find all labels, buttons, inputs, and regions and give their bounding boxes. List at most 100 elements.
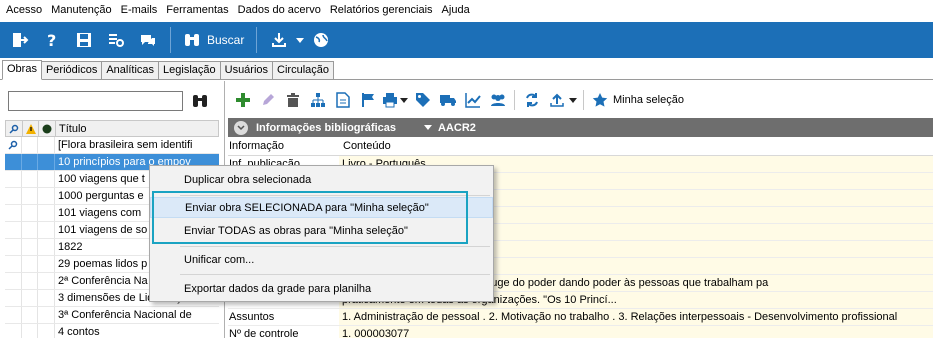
- col-conteudo: Conteúdo: [343, 140, 391, 152]
- info-row[interactable]: Nº de controle 1. 000003077: [228, 326, 933, 338]
- menu-ferramentas[interactable]: Ferramentas: [163, 1, 234, 19]
- users-icon: [490, 94, 505, 106]
- status-column[interactable]: [39, 121, 56, 136]
- info-section-header[interactable]: Informações bibliográficas AACR2: [228, 118, 933, 137]
- refresh-button[interactable]: [519, 88, 544, 112]
- svg-text:?: ?: [47, 31, 56, 49]
- delete-button[interactable]: [280, 88, 305, 112]
- minha-selecao-label: Minha seleção: [613, 94, 684, 106]
- info-table-header: Informação Conteúdo: [228, 140, 933, 156]
- menu-item-exportar[interactable]: Exportar dados da grade para planilha: [150, 278, 493, 299]
- binoculars-icon: [193, 95, 207, 107]
- question-icon: ?: [47, 31, 56, 49]
- download-dropdown[interactable]: [295, 37, 305, 43]
- row-title: 100 viagens que t: [58, 173, 145, 185]
- caret-down-icon: [423, 125, 432, 130]
- settings-button[interactable]: [100, 24, 132, 56]
- download-icon: [272, 33, 287, 47]
- tab-analiticas[interactable]: Analíticas: [101, 61, 160, 79]
- pencil-icon: [262, 94, 274, 105]
- binoculars-icon: [185, 34, 199, 46]
- plus-icon: [235, 93, 250, 107]
- upload-dropdown[interactable]: [569, 97, 579, 103]
- table-row[interactable]: 4 contos: [5, 324, 219, 338]
- search-button[interactable]: [188, 89, 212, 113]
- delivery-button[interactable]: [435, 88, 460, 112]
- save-button[interactable]: [68, 24, 100, 56]
- toolbar-separator: [583, 90, 584, 110]
- caret-down-icon: [569, 97, 577, 103]
- row-title: 101 viagens de so: [58, 224, 148, 236]
- menu-bar: Acesso Manutenção E-mails Ferramentas Da…: [0, 0, 933, 20]
- row-title: 4 contos: [58, 326, 100, 338]
- main-toolbar: ? Buscar: [0, 22, 933, 58]
- document-button[interactable]: [330, 88, 355, 112]
- menu-item-duplicar[interactable]: Duplicar obra selecionada: [150, 169, 493, 190]
- print-dropdown[interactable]: [400, 97, 410, 103]
- chart-button[interactable]: [460, 88, 485, 112]
- upload-button[interactable]: [544, 88, 569, 112]
- tab-obras[interactable]: Obras: [2, 60, 42, 80]
- globe-icon: [314, 33, 329, 47]
- toolbar-separator: [514, 90, 515, 110]
- tab-usuarios[interactable]: Usuários: [219, 61, 274, 79]
- warning-column[interactable]: [23, 121, 39, 136]
- document-icon: [335, 92, 350, 108]
- col-informacao: Informação: [229, 140, 285, 152]
- tab-circulacao[interactable]: Circulação: [272, 61, 334, 79]
- menu-item-unificar[interactable]: Unificar com...: [150, 249, 493, 270]
- edit-button[interactable]: [255, 88, 280, 112]
- collapse-button[interactable]: [234, 120, 248, 135]
- menu-separator: [180, 274, 490, 275]
- tab-legislacao[interactable]: Legislação: [158, 61, 221, 79]
- format-label: AACR2: [437, 121, 476, 134]
- info-key: Nº de controle: [229, 328, 299, 338]
- table-row[interactable]: 3ª Conferência Nacional de: [5, 307, 219, 324]
- tab-periodicos[interactable]: Periódicos: [40, 61, 103, 79]
- flag-icon: [361, 93, 374, 107]
- add-button[interactable]: [230, 88, 255, 112]
- link-column[interactable]: [6, 121, 23, 136]
- record-toolbar: Minha seleção: [228, 86, 933, 114]
- toolbar-separator: [256, 27, 258, 53]
- tag-icon: [415, 93, 430, 107]
- info-value: 1. 000003077: [339, 326, 933, 338]
- logout-button[interactable]: [4, 24, 36, 56]
- floppy-icon: [77, 33, 91, 47]
- row-title: [Flora brasileira sem identifi: [58, 139, 193, 151]
- menu-manutencao[interactable]: Manutenção: [48, 1, 118, 19]
- menu-dados-acervo[interactable]: Dados do acervo: [235, 1, 327, 19]
- search-input[interactable]: [8, 91, 183, 111]
- exit-icon: [13, 33, 29, 47]
- menu-ajuda[interactable]: Ajuda: [439, 1, 476, 19]
- row-title: 101 viagens com: [58, 207, 142, 219]
- row-title: 1822: [58, 241, 83, 253]
- help-button[interactable]: ?: [36, 24, 68, 56]
- menu-acesso[interactable]: Acesso: [3, 1, 48, 19]
- buscar-label: Buscar: [207, 33, 245, 47]
- info-row[interactable]: Assuntos 1. Administração de pessoal . 2.…: [228, 309, 933, 326]
- tag-button[interactable]: [410, 88, 435, 112]
- info-value: 1. Administração de pessoal . 2. Motivaç…: [339, 309, 933, 325]
- globe-button[interactable]: [305, 24, 337, 56]
- format-selector[interactable]: AACR2: [423, 121, 476, 134]
- key-icon: [8, 140, 18, 150]
- table-row[interactable]: [Flora brasileira sem identifi: [5, 137, 219, 154]
- print-button[interactable]: [380, 88, 400, 112]
- users-button[interactable]: [485, 88, 510, 112]
- info-section-title: Informações bibliográficas: [256, 121, 396, 134]
- row-title: 2ª Conferência Na: [58, 275, 148, 287]
- messages-button[interactable]: [132, 24, 164, 56]
- flag-button[interactable]: [355, 88, 380, 112]
- info-key: Assuntos: [229, 311, 275, 323]
- buscar-button[interactable]: Buscar: [177, 24, 250, 56]
- download-button[interactable]: [263, 24, 295, 56]
- menu-relatorios[interactable]: Relatórios gerenciais: [327, 1, 439, 19]
- caret-down-icon: [400, 97, 408, 103]
- menu-emails[interactable]: E-mails: [118, 1, 164, 19]
- title-column-header[interactable]: Título: [56, 123, 218, 135]
- chevron-down-icon: [237, 124, 245, 130]
- minha-selecao-button[interactable]: Minha seleção: [592, 92, 684, 108]
- hierarchy-button[interactable]: [305, 88, 330, 112]
- row-title: 29 poemas lidos p: [58, 258, 148, 270]
